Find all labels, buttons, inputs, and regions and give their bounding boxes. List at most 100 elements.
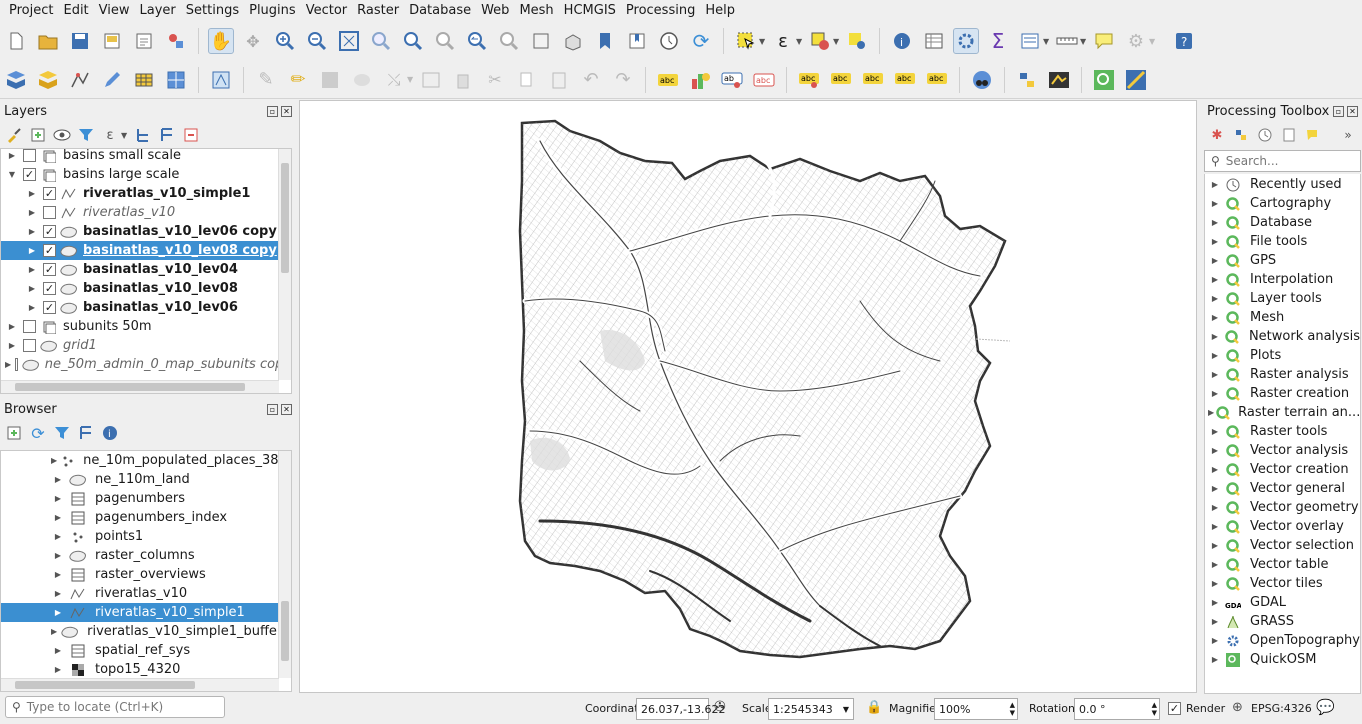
menu-view[interactable]: View <box>94 0 135 22</box>
new-map-view-icon[interactable] <box>528 28 554 54</box>
chevron-right-icon[interactable]: ▶ <box>51 532 65 541</box>
toolbox-provider[interactable]: ▶ Vector geometry <box>1205 498 1360 517</box>
temporal-controller-icon[interactable] <box>656 28 682 54</box>
style-manager-icon[interactable] <box>163 28 189 54</box>
copy-features-icon[interactable] <box>514 67 540 93</box>
toolbox-provider[interactable]: ▶ Recently used <box>1205 175 1360 194</box>
map-canvas[interactable] <box>299 100 1197 693</box>
refresh-icon[interactable]: ⟳ <box>28 423 48 443</box>
layer-visibility-checkbox[interactable]: ✓ <box>43 263 56 276</box>
layer-visibility-checkbox[interactable]: ✓ <box>43 187 56 200</box>
toolbox-provider[interactable]: ▶ Cartography <box>1205 194 1360 213</box>
filter-expression-icon[interactable]: ε <box>100 125 120 145</box>
chevron-down-icon[interactable]: ▼ <box>1080 37 1088 46</box>
open-field-calculator-icon[interactable] <box>1017 28 1043 54</box>
pan-to-selection-icon[interactable]: ✥ <box>240 28 266 54</box>
chevron-right-icon[interactable]: ▶ <box>25 208 39 217</box>
chevron-right-icon[interactable]: ▶ <box>51 570 65 579</box>
change-label-icon[interactable]: abc <box>892 67 918 93</box>
chevron-right-icon[interactable]: ▶ <box>51 456 57 465</box>
locator-input[interactable]: ⚲ Type to locate (Ctrl+K) <box>5 696 225 718</box>
chevron-right-icon[interactable]: ▶ <box>25 246 39 255</box>
chevron-right-icon[interactable]: ▶ <box>51 513 65 522</box>
toolbox-provider[interactable]: ▶ Vector general <box>1205 479 1360 498</box>
chevron-right-icon[interactable]: ▶ <box>51 627 57 636</box>
chevron-down-icon[interactable]: ▼ <box>759 37 767 46</box>
browser-item[interactable]: ▶ riveratlas_v10_simple1_buffer_10( <box>1 622 291 641</box>
chevron-down-icon[interactable]: ▼ <box>833 37 841 46</box>
save-project-icon[interactable] <box>67 28 93 54</box>
toolbox-provider[interactable]: ▶ Vector analysis <box>1205 441 1360 460</box>
chevron-down-icon[interactable]: ▼ <box>1149 37 1157 46</box>
layer-row[interactable]: ▶ ✓ basinatlas_v10_lev04 <box>1 260 291 279</box>
chevron-right-icon[interactable]: ▶ <box>51 475 65 484</box>
chevron-down-icon[interactable]: ▼ <box>5 170 19 179</box>
map-tips-icon[interactable] <box>1091 28 1117 54</box>
digitize-pencil-icon[interactable] <box>99 67 125 93</box>
browser-item[interactable]: ▶ topo15_4320 <box>1 660 291 679</box>
chevron-right-icon[interactable]: ▶ <box>1208 332 1222 341</box>
layer-visibility-checkbox[interactable] <box>15 358 18 371</box>
add-feature-icon[interactable] <box>349 67 375 93</box>
messages-icon[interactable]: 💬 <box>1316 698 1335 716</box>
layer-row[interactable]: ▶ ✓ basinatlas_v10_lev08 <box>1 279 291 298</box>
menu-plugins[interactable]: Plugins <box>244 0 301 22</box>
help-icon[interactable]: ? <box>1171 28 1197 54</box>
browser-hscroll[interactable] <box>1 678 279 691</box>
chevron-right-icon[interactable]: ▶ <box>1208 237 1222 246</box>
chevron-right-icon[interactable]: ▶ <box>1208 617 1222 626</box>
chevron-right-icon[interactable]: ▶ <box>5 341 19 350</box>
hcmgis-icon[interactable] <box>1123 67 1149 93</box>
toolbox-provider[interactable]: ▶ Vector creation <box>1205 460 1360 479</box>
close-panel-icon[interactable]: ✕ <box>281 105 292 117</box>
chevron-right-icon[interactable]: ▶ <box>1208 503 1222 512</box>
current-edits-icon[interactable]: ✎ <box>253 67 279 93</box>
chevron-right-icon[interactable]: » <box>1338 125 1358 145</box>
chevron-right-icon[interactable]: ▶ <box>1208 218 1222 227</box>
toolbox-provider[interactable]: ▶ Plots <box>1205 346 1360 365</box>
menu-edit[interactable]: Edit <box>58 0 93 22</box>
chevron-right-icon[interactable]: ▶ <box>1208 199 1222 208</box>
layer-visibility-checkbox[interactable] <box>23 149 36 162</box>
pin-unpin-labels-icon[interactable]: abc <box>751 67 777 93</box>
delete-selected-icon[interactable] <box>450 67 476 93</box>
gear-disabled-icon[interactable]: ⚙ <box>1123 28 1149 54</box>
chevron-right-icon[interactable]: ▶ <box>1208 446 1222 455</box>
remove-layer-icon[interactable] <box>181 125 201 145</box>
label-properties-icon[interactable]: abc <box>924 67 950 93</box>
layer-row[interactable]: ▶ ✓ riveratlas_v10_simple1 <box>1 184 291 203</box>
chevron-right-icon[interactable]: ▶ <box>25 227 39 236</box>
toolbox-provider[interactable]: ▶ Network analysis <box>1205 327 1360 346</box>
scale-combobox[interactable]: 1:2545343 ▼ <box>768 698 854 720</box>
filter-legend-icon[interactable] <box>76 125 96 145</box>
add-group-icon[interactable] <box>28 125 48 145</box>
zoom-to-selection-icon[interactable] <box>368 28 394 54</box>
chevron-right-icon[interactable]: ▶ <box>1208 598 1222 607</box>
chevron-down-icon[interactable]: ▼ <box>796 37 804 46</box>
save-edits-icon[interactable] <box>317 67 343 93</box>
chevron-right-icon[interactable]: ▶ <box>51 589 65 598</box>
history-icon[interactable] <box>1255 125 1275 145</box>
menu-layer[interactable]: Layer <box>135 0 181 22</box>
menu-database[interactable]: Database <box>404 0 476 22</box>
show-layouts-icon[interactable] <box>131 28 157 54</box>
chevron-right-icon[interactable]: ▶ <box>1208 655 1222 664</box>
refresh-icon[interactable]: ⟳ <box>688 28 714 54</box>
new-project-icon[interactable] <box>3 28 29 54</box>
chevron-right-icon[interactable]: ▶ <box>1208 256 1222 265</box>
browser-item[interactable]: ▶ points1 <box>1 527 291 546</box>
data-source-manager-icon[interactable] <box>3 67 29 93</box>
zoom-to-layer-icon[interactable] <box>400 28 426 54</box>
browser-item[interactable]: ▶ riveratlas_v10_simple1 <box>1 603 291 622</box>
chevron-right-icon[interactable]: ▶ <box>5 151 19 160</box>
modify-attributes-icon[interactable] <box>418 67 444 93</box>
close-panel-icon[interactable]: ✕ <box>281 403 292 415</box>
toolbox-provider[interactable]: ▶ Vector tiles <box>1205 574 1360 593</box>
info-icon[interactable]: i <box>100 423 120 443</box>
chevron-down-icon[interactable]: ▼ <box>1043 37 1051 46</box>
chevron-right-icon[interactable]: ▶ <box>1208 560 1222 569</box>
browser-item[interactable]: ▶ riveratlas_v10 <box>1 584 291 603</box>
browser-item[interactable]: ▶ ne_10m_populated_places_3857 <box>1 451 291 470</box>
layer-visibility-checkbox[interactable] <box>43 206 56 219</box>
redo-icon[interactable]: ↷ <box>610 67 636 93</box>
